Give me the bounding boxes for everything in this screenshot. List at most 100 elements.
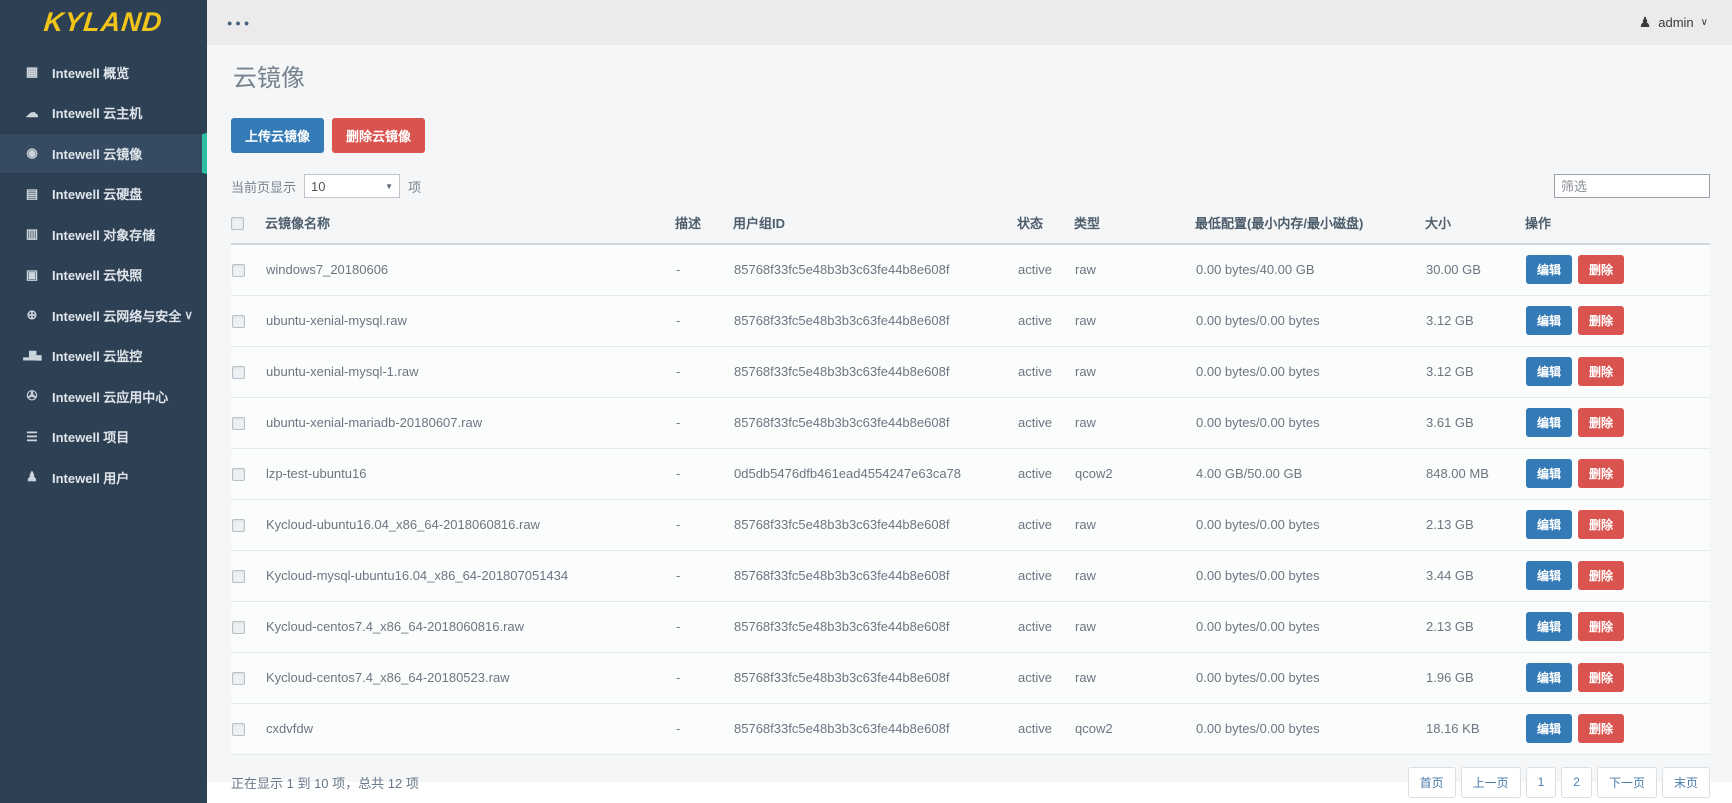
group-id: 85768f33fc5e48b3b3c63fe44b8e608f <box>733 601 1017 652</box>
sidebar-item-object-storage[interactable]: ▥ Intewell 对象存储 <box>0 214 207 255</box>
image-description: - <box>675 346 733 397</box>
min-config: 0.00 bytes/0.00 bytes <box>1195 346 1425 397</box>
row-checkbox[interactable] <box>232 519 245 532</box>
edit-button[interactable]: 编辑 <box>1526 357 1572 386</box>
delete-button[interactable]: 删除 <box>1578 663 1624 692</box>
sidebar: KYLAND ▦ Intewell 概览 ☁ Intewell 云主机 ◉ In… <box>0 0 207 803</box>
image-description: - <box>675 703 733 754</box>
content-panel: 云镜像 上传云镜像 删除云镜像 当前页显示 10 ▼ 项 云镜像名称 <box>207 45 1732 782</box>
sidebar-item-snapshot[interactable]: ▣ Intewell 云快照 <box>0 255 207 296</box>
sidebar-item-cloud-image[interactable]: ◉ Intewell 云镜像 <box>0 133 207 174</box>
size: 3.44 GB <box>1425 550 1525 601</box>
sidebar-item-label: Intewell 概览 <box>52 63 129 82</box>
camera-icon: ▣ <box>21 267 43 283</box>
first-page-button[interactable]: 首页 <box>1408 767 1456 798</box>
edit-button[interactable]: 编辑 <box>1526 510 1572 539</box>
group-id: 0d5db5476dfb461ead4554247e63ca78 <box>733 448 1017 499</box>
row-checkbox[interactable] <box>232 468 245 481</box>
page-size-value: 10 <box>311 179 325 194</box>
edit-button[interactable]: 编辑 <box>1526 459 1572 488</box>
size: 3.12 GB <box>1425 346 1525 397</box>
page-1-button[interactable]: 1 <box>1526 767 1557 798</box>
col-header-size[interactable]: 大小 <box>1425 204 1525 244</box>
sidebar-item-cloud-host[interactable]: ☁ Intewell 云主机 <box>0 93 207 134</box>
table-row: Kycloud-mysql-ubuntu16.04_x86_64-2018070… <box>231 550 1710 601</box>
cloud-icon: ☁ <box>21 105 43 121</box>
prev-page-button[interactable]: 上一页 <box>1461 767 1521 798</box>
sidebar-item-overview[interactable]: ▦ Intewell 概览 <box>0 52 207 93</box>
row-checkbox[interactable] <box>232 723 245 736</box>
min-config: 0.00 bytes/0.00 bytes <box>1195 601 1425 652</box>
page-title: 云镜像 <box>233 58 1710 93</box>
edit-button[interactable]: 编辑 <box>1526 561 1572 590</box>
status: active <box>1017 703 1074 754</box>
delete-button[interactable]: 删除 <box>1578 357 1624 386</box>
delete-image-button[interactable]: 删除云镜像 <box>332 118 425 153</box>
size: 1.96 GB <box>1425 652 1525 703</box>
edit-button[interactable]: 编辑 <box>1526 714 1572 743</box>
delete-button[interactable]: 删除 <box>1578 255 1624 284</box>
delete-button[interactable]: 删除 <box>1578 408 1624 437</box>
row-checkbox[interactable] <box>232 621 245 634</box>
caret-down-icon: ▼ <box>385 182 393 191</box>
col-header-status[interactable]: 状态 <box>1017 204 1074 244</box>
col-header-description[interactable]: 描述 <box>675 204 733 244</box>
row-checkbox[interactable] <box>232 570 245 583</box>
page-2-button[interactable]: 2 <box>1561 767 1592 798</box>
row-checkbox[interactable] <box>232 315 245 328</box>
table-row: Kycloud-ubuntu16.04_x86_64-2018060816.ra… <box>231 499 1710 550</box>
edit-button[interactable]: 编辑 <box>1526 306 1572 335</box>
sidebar-item-user[interactable]: ♟ Intewell 用户 <box>0 457 207 498</box>
delete-button[interactable]: 删除 <box>1578 459 1624 488</box>
sidebar-item-network-security[interactable]: ⊕ Intewell 云网络与安全 ∨ <box>0 295 207 336</box>
table-row: windows7_20180606 - 85768f33fc5e48b3b3c6… <box>231 244 1710 295</box>
brand-logo[interactable]: KYLAND <box>0 0 207 45</box>
next-page-button[interactable]: 下一页 <box>1597 767 1657 798</box>
col-header-type[interactable]: 类型 <box>1074 204 1195 244</box>
delete-button[interactable]: 删除 <box>1578 561 1624 590</box>
grid-icon: ▦ <box>21 64 43 80</box>
sidebar-item-app-center[interactable]: ✇ Intewell 云应用中心 <box>0 376 207 417</box>
col-header-min-config[interactable]: 最低配置(最小内存/最小磁盘) <box>1195 204 1425 244</box>
user-menu[interactable]: ♟ admin ∨ <box>1639 14 1708 31</box>
status: active <box>1017 550 1074 601</box>
menu-dots-icon[interactable]: ●●● <box>227 18 252 28</box>
min-config: 0.00 bytes/40.00 GB <box>1195 244 1425 295</box>
sidebar-item-project[interactable]: ☰ Intewell 项目 <box>0 417 207 458</box>
topbar: ●●● ♟ admin ∨ <box>207 0 1732 45</box>
last-page-button[interactable]: 末页 <box>1662 767 1710 798</box>
min-config: 0.00 bytes/0.00 bytes <box>1195 550 1425 601</box>
table-row: cxdvfdw - 85768f33fc5e48b3b3c63fe44b8e60… <box>231 703 1710 754</box>
row-checkbox[interactable] <box>232 264 245 277</box>
delete-button[interactable]: 删除 <box>1578 612 1624 641</box>
image-name: ubuntu-xenial-mysql-1.raw <box>265 346 675 397</box>
type: qcow2 <box>1074 703 1195 754</box>
type: raw <box>1074 652 1195 703</box>
image-description: - <box>675 550 733 601</box>
select-all-checkbox[interactable] <box>231 217 244 230</box>
image-name: Kycloud-ubuntu16.04_x86_64-2018060816.ra… <box>265 499 675 550</box>
col-header-name[interactable]: 云镜像名称 <box>265 204 675 244</box>
delete-button[interactable]: 删除 <box>1578 306 1624 335</box>
edit-button[interactable]: 编辑 <box>1526 663 1572 692</box>
list-icon: ☰ <box>21 429 43 445</box>
row-checkbox[interactable] <box>232 417 245 430</box>
edit-button[interactable]: 编辑 <box>1526 612 1572 641</box>
col-header-group-id[interactable]: 用户组ID <box>733 204 1017 244</box>
sidebar-item-monitor[interactable]: ▂▇▄ Intewell 云监控 <box>0 336 207 377</box>
row-checkbox[interactable] <box>232 672 245 685</box>
page-size-select[interactable]: 10 ▼ <box>304 174 400 198</box>
sidebar-item-label: Intewell 项目 <box>52 427 129 446</box>
type: raw <box>1074 601 1195 652</box>
sidebar-item-cloud-disk[interactable]: ▤ Intewell 云硬盘 <box>0 174 207 215</box>
upload-image-button[interactable]: 上传云镜像 <box>231 118 324 153</box>
sidebar-item-label: Intewell 云硬盘 <box>52 184 142 203</box>
edit-button[interactable]: 编辑 <box>1526 255 1572 284</box>
sidebar-item-label: Intewell 用户 <box>52 468 129 487</box>
filter-input[interactable] <box>1554 174 1710 198</box>
row-checkbox[interactable] <box>232 366 245 379</box>
delete-button[interactable]: 删除 <box>1578 510 1624 539</box>
edit-button[interactable]: 编辑 <box>1526 408 1572 437</box>
delete-button[interactable]: 删除 <box>1578 714 1624 743</box>
username-label: admin <box>1658 15 1693 30</box>
